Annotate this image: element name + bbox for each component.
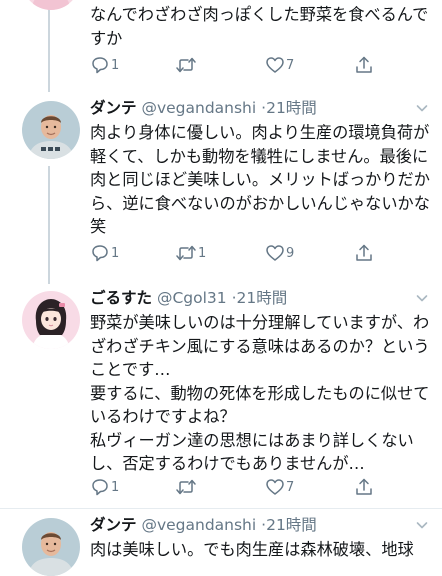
retweet-button[interactable] [175,54,198,76]
like-icon [266,245,284,261]
caret-down-icon[interactable] [416,292,428,304]
share-button[interactable] [354,242,374,264]
tweet-3-header: ダンテ @vegandanshi ·21時間 [90,515,317,535]
retweet-button[interactable]: 1 [175,242,206,264]
tweet-1[interactable]: ダンテ @vegandanshi ·21時間 肉より身体に優しい。肉より生産の環… [0,92,442,282]
display-name[interactable]: ダンテ [90,99,137,117]
timestamp[interactable]: 21時間 [266,516,317,534]
display-name[interactable]: ごるすた [90,289,152,307]
retweet-button[interactable] [175,476,198,498]
caret-down-icon[interactable] [416,519,428,531]
tweet-0-text: なんでわざわざ肉っぽくした野菜を食べるんですか [90,5,429,48]
like-icon [266,57,284,73]
reply-count: 1 [111,57,120,73]
username[interactable]: @Cgol31 [157,289,227,307]
like-icon [266,479,284,495]
paragraph-1: 野菜が美味しいのは十分理解していますが、わざわざチキン風にする意味はあるのか？と… [90,313,430,379]
tweet-2-actions: 1 7 [90,476,380,498]
like-button[interactable]: 9 [265,242,294,264]
tweet-0-actions: 1 7 [90,54,380,76]
retweet-icon [176,479,196,495]
timestamp[interactable]: 21時間 [266,99,317,117]
share-button[interactable] [354,476,374,498]
like-button[interactable]: 7 [265,54,294,76]
tweet-3-text: 肉は美味しい。でも肉生産は森林破壊、地球 [90,540,414,559]
share-icon [356,244,372,261]
retweet-count: 1 [198,245,207,261]
username[interactable]: @vegandanshi [141,99,256,117]
reply-button[interactable]: 1 [90,54,119,76]
tweet-1-header: ダンテ @vegandanshi ·21時間 [90,98,317,118]
reply-icon [92,57,108,74]
like-button[interactable]: 7 [265,476,294,498]
tweet-3[interactable]: ダンテ @vegandanshi ·21時間 肉は美味しい。でも肉生産は森林破壊… [0,509,442,576]
reply-button[interactable]: 1 [90,476,119,498]
paragraph-3: 私ヴィーガン達の思想にはあまり詳しくないし、否定するわけでもありませんが… [90,430,414,474]
avatar-cgol31[interactable] [22,291,80,349]
reply-button[interactable]: 1 [90,242,119,264]
tweet-1-actions: 1 1 9 [90,242,380,264]
caret-down-icon[interactable] [416,102,428,114]
retweet-icon [176,245,196,261]
retweet-icon [176,57,196,73]
avatar-vegandanshi[interactable] [22,101,80,159]
paragraph-2: 要するに、動物の死体を形成したものに似せているわけですよね？ [90,383,430,427]
avatar-top-partial[interactable] [22,0,80,10]
avatar-vegandanshi[interactable] [22,518,80,576]
share-button[interactable] [354,54,374,76]
like-count: 7 [286,57,295,73]
reply-count: 1 [111,479,120,495]
display-name[interactable]: ダンテ [90,516,137,534]
reply-icon [92,245,108,262]
tweet-2[interactable]: ごるすた @Cgol31 ·21時間 野菜が美味しいのは十分理解していますが、わ… [0,282,442,504]
tweet-0[interactable]: なんでわざわざ肉っぽくした野菜を食べるんですか 1 7 [0,0,442,92]
like-count: 9 [286,245,295,261]
share-icon [356,56,372,73]
tweet-2-text: 野菜が美味しいのは十分理解していますが、わざわざチキン風にする意味はあるのか？と… [90,311,435,476]
tweet-2-header: ごるすた @Cgol31 ·21時間 [90,288,287,308]
timestamp[interactable]: 21時間 [237,289,288,307]
like-count: 7 [286,479,295,495]
reply-count: 1 [111,245,120,261]
share-icon [356,478,372,495]
tweet-1-text: 肉より身体に優しい。肉より生産の環境負荷が軽くて、しかも動物を犠牲にしません。最… [90,123,430,236]
username[interactable]: @vegandanshi [141,516,256,534]
reply-icon [92,479,108,496]
